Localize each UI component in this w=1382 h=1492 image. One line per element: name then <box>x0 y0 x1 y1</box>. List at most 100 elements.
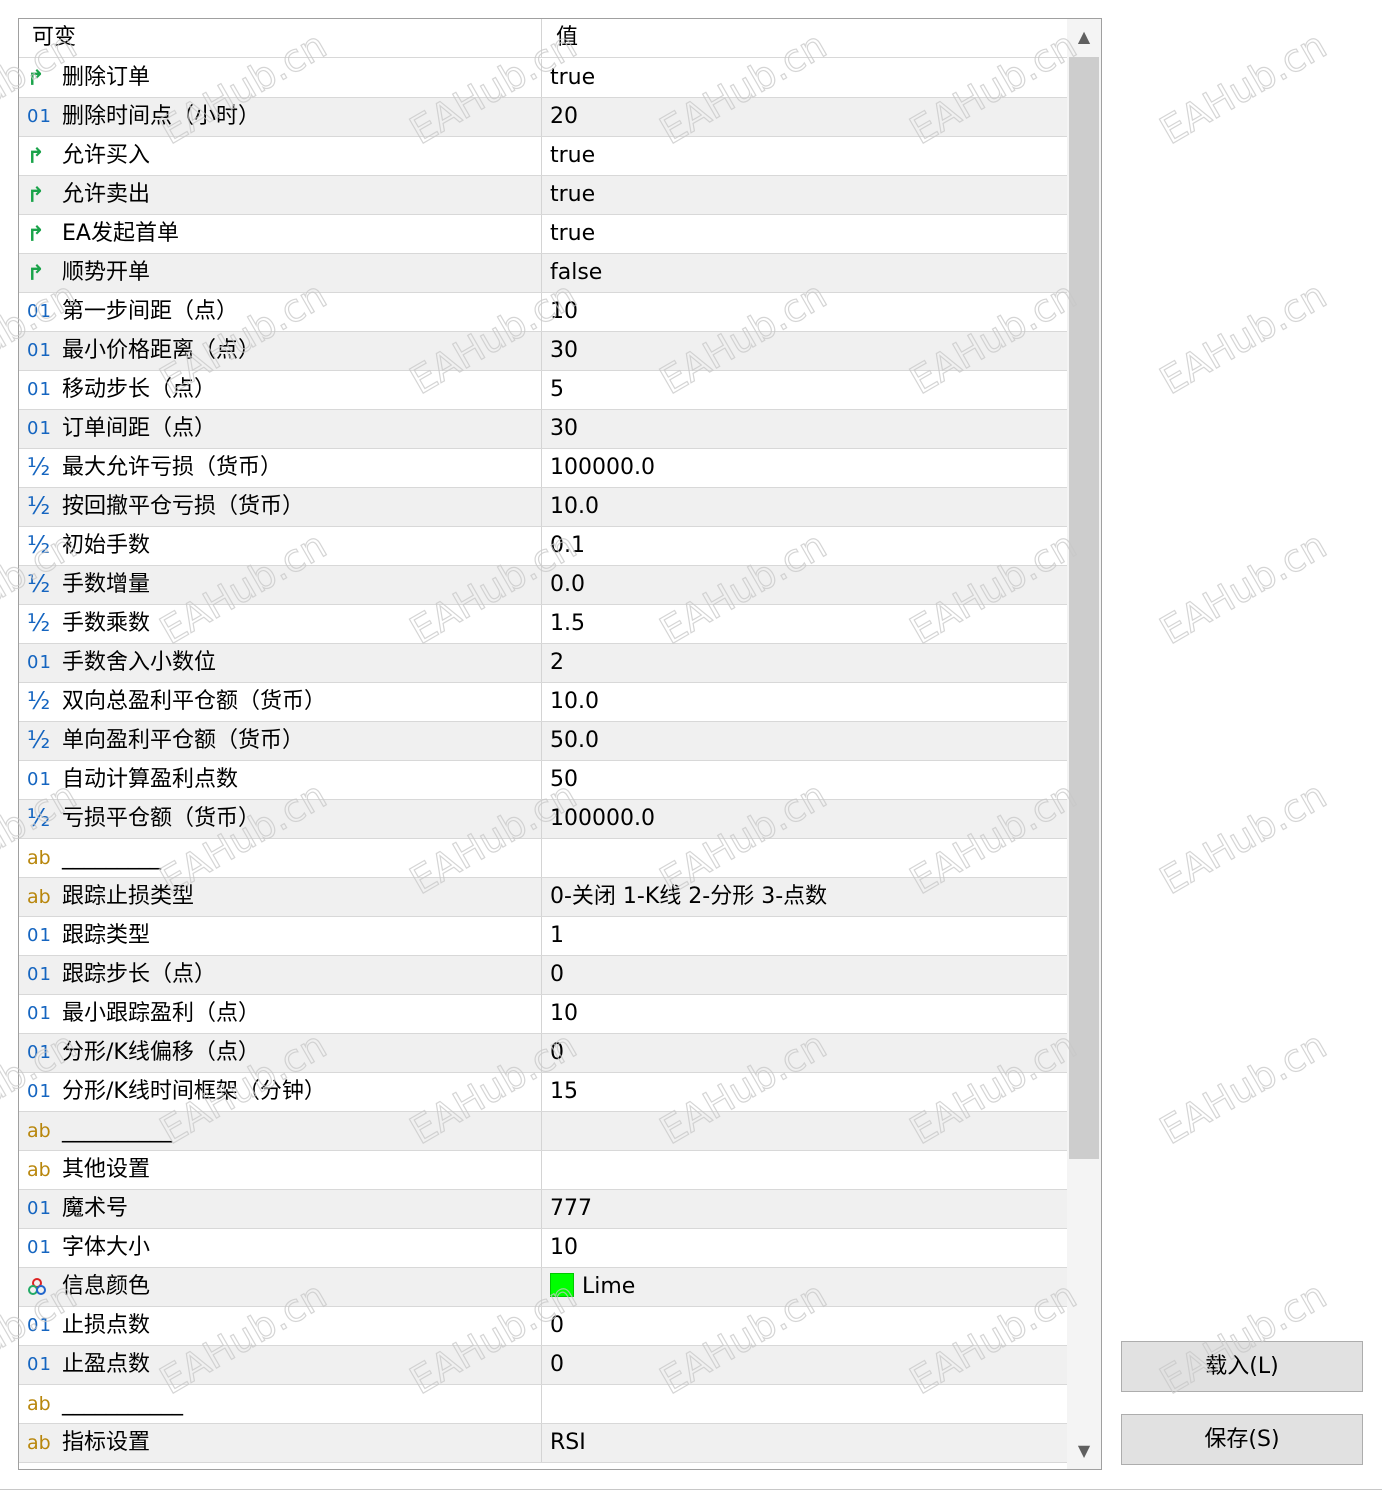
value-cell[interactable]: 1.5 <box>543 605 1067 643</box>
value-cell[interactable]: 10.0 <box>543 683 1067 721</box>
table-row[interactable]: 01 自动计算盈利点数 50 <box>19 761 1067 800</box>
vertical-scrollbar[interactable]: ▲ ▼ <box>1067 19 1101 1469</box>
variable-cell: 01 跟踪步长（点） <box>19 956 542 994</box>
header-variable[interactable]: 可变 <box>19 19 542 57</box>
value-cell[interactable]: 10 <box>543 293 1067 331</box>
table-row[interactable]: 01 止损点数 0 <box>19 1307 1067 1346</box>
value-cell[interactable]: 0 <box>543 1307 1067 1345</box>
value-cell[interactable] <box>543 1385 1067 1423</box>
value-cell[interactable]: 50 <box>543 761 1067 799</box>
header-value[interactable]: 值 <box>543 19 1067 57</box>
value-cell[interactable]: 1 <box>543 917 1067 955</box>
value-cell[interactable]: 0 <box>543 1346 1067 1384</box>
fraction-icon: ½ <box>27 804 51 832</box>
value-cell[interactable]: false <box>543 254 1067 292</box>
table-row[interactable]: ½ 单向盈利平仓额（货币） 50.0 <box>19 722 1067 761</box>
scroll-up-button[interactable]: ▲ <box>1067 19 1101 55</box>
table-row[interactable]: 01 跟踪类型 1 <box>19 917 1067 956</box>
table-row[interactable]: ↱ 顺势开单 false <box>19 254 1067 293</box>
value-cell[interactable] <box>543 1151 1067 1189</box>
table-row[interactable]: ab 指标设置 RSI <box>19 1424 1067 1463</box>
table-row[interactable]: 01 魔术号 777 <box>19 1190 1067 1229</box>
value-cell[interactable]: Lime <box>543 1268 1067 1306</box>
text-ab-icon: ab <box>27 886 51 908</box>
value-cell[interactable]: true <box>543 59 1067 97</box>
save-button[interactable]: 保存(S) <box>1121 1414 1363 1465</box>
value-cell[interactable]: true <box>543 137 1067 175</box>
table-row[interactable]: ½ 最大允许亏损（货币） 100000.0 <box>19 449 1067 488</box>
table-row[interactable]: ½ 亏损平仓额（货币） 100000.0 <box>19 800 1067 839</box>
value-cell[interactable]: 20 <box>543 98 1067 136</box>
value-cell[interactable]: 2 <box>543 644 1067 682</box>
integer-icon: 01 <box>27 1315 52 1336</box>
table-row[interactable]: 01 止盈点数 0 <box>19 1346 1067 1385</box>
variable-name: 分形/K线偏移（点） <box>62 1040 260 1065</box>
value-cell[interactable]: 10 <box>543 1229 1067 1267</box>
table-row[interactable]: ↱ 允许买入 true <box>19 137 1067 176</box>
table-row[interactable]: ↱ 允许卖出 true <box>19 176 1067 215</box>
value-cell[interactable]: 0.1 <box>543 527 1067 565</box>
variable-name: 亏损平仓额（货币） <box>62 806 261 831</box>
text-ab-icon: ab <box>27 1120 51 1142</box>
table-row[interactable]: 01 分形/K线偏移（点） 0 <box>19 1034 1067 1073</box>
table-row[interactable]: 01 订单间距（点） 30 <box>19 410 1067 449</box>
table-row[interactable]: ½ 手数增量 0.0 <box>19 566 1067 605</box>
table-row[interactable]: 01 跟踪步长（点） 0 <box>19 956 1067 995</box>
value-cell[interactable]: 30 <box>543 332 1067 370</box>
value-cell[interactable]: 100000.0 <box>543 449 1067 487</box>
table-row[interactable]: ½ 手数乘数 1.5 <box>19 605 1067 644</box>
table-row[interactable]: 01 分形/K线时间框架（分钟） 15 <box>19 1073 1067 1112</box>
variable-name: 止盈点数 <box>62 1352 151 1377</box>
value-cell[interactable]: 0.0 <box>543 566 1067 604</box>
variable-name: 魔术号 <box>62 1196 129 1221</box>
value-cell[interactable]: 777 <box>543 1190 1067 1228</box>
value-cell[interactable]: 0 <box>543 1034 1067 1072</box>
variable-cell: 01 分形/K线时间框架（分钟） <box>19 1073 542 1111</box>
table-row[interactable]: ↱ 删除订单 true <box>19 59 1067 98</box>
scrollbar-thumb[interactable] <box>1069 57 1099 1159</box>
table-row[interactable]: 01 手数舍入小数位 2 <box>19 644 1067 683</box>
table-row[interactable]: 信息颜色 Lime <box>19 1268 1067 1307</box>
table-row[interactable]: ab __________ <box>19 1112 1067 1151</box>
fraction-icon: ½ <box>27 687 51 715</box>
value-cell[interactable]: 0-关闭 1-K线 2-分形 3-点数 <box>543 878 1067 916</box>
value-cell[interactable]: 50.0 <box>543 722 1067 760</box>
value-cell[interactable] <box>543 839 1067 877</box>
value-cell[interactable] <box>543 1112 1067 1150</box>
table-row[interactable]: ↱ EA发起首单 true <box>19 215 1067 254</box>
value-cell[interactable]: 10 <box>543 995 1067 1033</box>
scroll-down-button[interactable]: ▼ <box>1067 1433 1101 1469</box>
value-cell[interactable]: 5 <box>543 371 1067 409</box>
table-row[interactable]: ab ___________ <box>19 1385 1067 1424</box>
value-cell[interactable]: 30 <box>543 410 1067 448</box>
value-cell[interactable]: 0 <box>543 956 1067 994</box>
variable-cell: ↱ 允许卖出 <box>19 176 542 214</box>
value-cell[interactable]: RSI <box>543 1424 1067 1462</box>
table-row[interactable]: ½ 初始手数 0.1 <box>19 527 1067 566</box>
table-row[interactable]: ab 其他设置 <box>19 1151 1067 1190</box>
variable-name: 字体大小 <box>62 1235 151 1260</box>
table-row[interactable]: ab 跟踪止损类型 0-关闭 1-K线 2-分形 3-点数 <box>19 878 1067 917</box>
load-button[interactable]: 载入(L) <box>1121 1341 1363 1392</box>
table-row[interactable]: ab _________ <box>19 839 1067 878</box>
variable-cell: ½ 手数增量 <box>19 566 542 604</box>
table-row[interactable]: 01 最小跟踪盈利（点） 10 <box>19 995 1067 1034</box>
table-row[interactable]: ½ 按回撤平仓亏损（货币） 10.0 <box>19 488 1067 527</box>
variable-name: 初始手数 <box>62 533 151 558</box>
value-text: 0.1 <box>550 533 585 558</box>
value-cell[interactable]: 15 <box>543 1073 1067 1111</box>
value-cell[interactable]: 10.0 <box>543 488 1067 526</box>
table-row[interactable]: 01 移动步长（点） 5 <box>19 371 1067 410</box>
table-row[interactable]: 01 字体大小 10 <box>19 1229 1067 1268</box>
watermark-text: EAHub.cn <box>1153 23 1334 153</box>
value-cell[interactable]: 100000.0 <box>543 800 1067 838</box>
variable-name: 最小跟踪盈利（点） <box>62 1001 261 1026</box>
table-row[interactable]: 01 最小价格距离（点） 30 <box>19 332 1067 371</box>
value-text: 10 <box>550 1235 578 1260</box>
value-text: 777 <box>550 1196 592 1221</box>
table-row[interactable]: 01 第一步间距（点） 10 <box>19 293 1067 332</box>
table-row[interactable]: ½ 双向总盈利平仓额（货币） 10.0 <box>19 683 1067 722</box>
value-cell[interactable]: true <box>543 215 1067 253</box>
value-cell[interactable]: true <box>543 176 1067 214</box>
table-row[interactable]: 01 删除时间点（小时） 20 <box>19 98 1067 137</box>
